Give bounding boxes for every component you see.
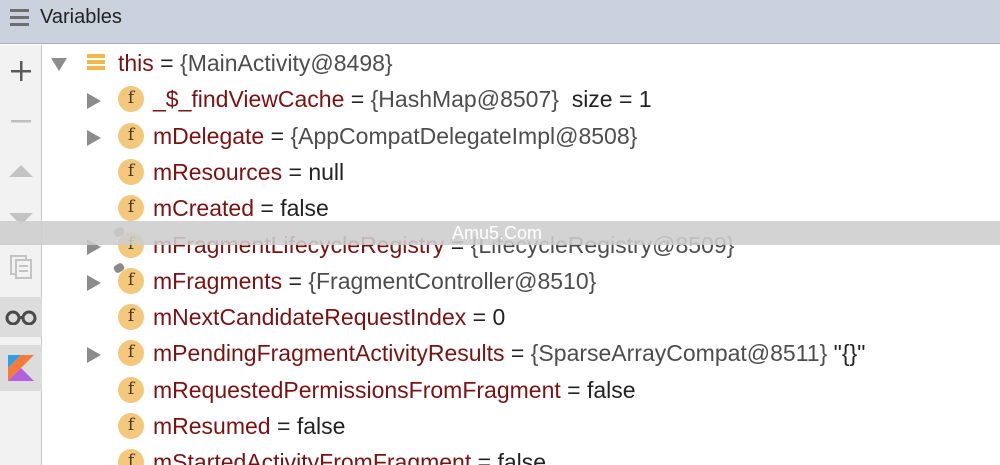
field-entry: mDelegate = {AppCompatDelegateImpl@8508} [153, 123, 638, 149]
variable-extra: "{}" [827, 340, 866, 366]
field-icon: f [118, 449, 144, 465]
field-entry: mResumed = false [153, 413, 346, 439]
field-icon: f [118, 123, 144, 149]
field-entry: mFragments = {FragmentController@8510} [153, 268, 597, 294]
overlay-mark-icon [112, 262, 126, 274]
variable-value: {FragmentController@8510} [308, 268, 597, 294]
variable-value: {HashMap@8507} [370, 86, 559, 112]
variable-name: mResources [153, 159, 283, 185]
expand-arrow-icon[interactable] [87, 347, 101, 363]
field-icon: f [118, 195, 144, 221]
field-entry: mResources = null [153, 159, 345, 185]
hamburger-menu-icon[interactable] [10, 9, 29, 28]
variable-name: mPendingFragmentActivityResults [153, 340, 505, 366]
field-icon: f [118, 413, 144, 439]
variable-name: mNextCandidateRequestIndex [153, 304, 467, 330]
variables-tree: this = {MainActivity@8498} f _$_findViewC… [43, 45, 1000, 465]
debug-toolbar [0, 45, 42, 465]
plus-icon[interactable] [0, 51, 42, 91]
field-icon: f [118, 86, 144, 112]
field-icon: f [112, 262, 144, 294]
copy-icon[interactable] [0, 247, 42, 287]
field-entry: _$_findViewCache = {HashMap@8507} size =… [153, 86, 652, 112]
variable-value: {SparseArrayCompat@8511} [530, 340, 828, 366]
field-entry: mRequestedPermissionsFromFragment = fals… [153, 377, 636, 403]
tree-field-row[interactable]: f mDelegate = {AppCompatDelegateImpl@8508… [43, 118, 1000, 154]
variable-value: false [296, 413, 346, 439]
tree-field-row[interactable]: f mPendingFragmentActivityResults = {Spar… [43, 335, 1000, 371]
field-entry: mPendingFragmentActivityResults = {Spars… [153, 340, 866, 366]
variable-value: null [308, 159, 345, 185]
field-icon: f [118, 377, 144, 403]
minus-icon[interactable] [0, 101, 42, 141]
field-icon: f [118, 340, 144, 366]
variable-name: mStartedActivityFromFragment [153, 449, 472, 465]
variable-extra: size = 1 [558, 86, 652, 112]
variable-name: mDelegate [153, 123, 265, 149]
variable-name: mCreated [153, 195, 254, 221]
variable-value: false [280, 195, 329, 221]
variable-name: mRequestedPermissionsFromFragment [153, 377, 561, 403]
variable-name: _$_findViewCache [153, 86, 345, 112]
variable-value: {AppCompatDelegateImpl@8508} [290, 123, 638, 149]
variable-name: mResumed [153, 413, 271, 439]
panel-header: Variables [0, 0, 1000, 44]
variable-value: false [497, 449, 547, 465]
panel-title: Variables [40, 6, 122, 28]
tree-field-row[interactable]: f mRequestedPermissionsFromFragment = fal… [43, 372, 1000, 408]
collapse-arrow-icon[interactable] [51, 58, 67, 71]
structure-icon [87, 54, 105, 74]
expand-arrow-icon[interactable] [87, 275, 101, 291]
arrow-up-icon[interactable] [0, 151, 42, 191]
field-entry: mCreated = false [153, 195, 329, 221]
variable-name: this [118, 50, 154, 76]
variable-value: {MainActivity@8498} [180, 50, 393, 76]
variable-name: mFragments [153, 268, 283, 294]
root-entry: this = {MainActivity@8498} [118, 50, 393, 76]
tree-field-row[interactable]: f mResources = null [43, 154, 1000, 190]
watermark-text: Amu5.Com [452, 223, 543, 243]
tree-field-row[interactable]: f mStartedActivityFromFragment = false [43, 444, 1000, 465]
field-entry: mNextCandidateRequestIndex = 0 [153, 304, 506, 330]
kotlin-icon[interactable] [0, 345, 42, 391]
variable-value: 0 [492, 304, 506, 330]
field-icon: f [118, 159, 144, 185]
field-entry: mStartedActivityFromFragment = false [153, 448, 546, 465]
expand-arrow-icon[interactable] [87, 130, 101, 146]
glasses-icon[interactable] [0, 297, 42, 337]
tree-field-row[interactable]: f mNextCandidateRequestIndex = 0 [43, 299, 1000, 335]
tree-field-row[interactable]: f _$_findViewCache = {HashMap@8507} size … [43, 81, 1000, 117]
tree-field-row[interactable]: f mResumed = false [43, 408, 1000, 444]
tree-root-row[interactable]: this = {MainActivity@8498} [43, 45, 1000, 81]
field-icon: f [118, 304, 144, 330]
variable-value: false [586, 377, 636, 403]
tree-field-row[interactable]: f mFragments = {FragmentController@8510} [43, 262, 1000, 299]
expand-arrow-icon[interactable] [87, 93, 101, 109]
